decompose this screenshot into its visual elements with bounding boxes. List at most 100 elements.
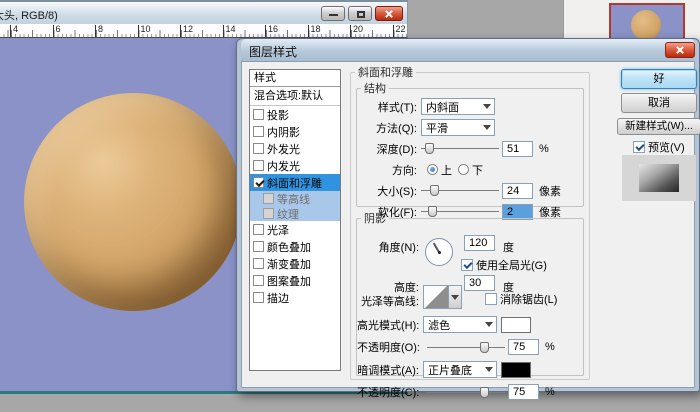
dialog-title: 图层样式 [249,43,297,60]
highlight-opacity-row: 不透明度(O): 75 % [357,339,555,355]
styles-list-item[interactable]: 投影 [250,106,340,123]
styles-list-item[interactable]: 内发光 [250,157,340,174]
gloss-contour-arrow-button[interactable] [449,285,462,309]
style-effect-label: 外发光 [267,141,300,157]
style-effect-checkbox[interactable] [253,258,264,269]
depth-input[interactable]: 51 [502,141,533,157]
style-effect-label: 图案叠加 [267,273,311,289]
shadow-opacity-knob[interactable] [480,387,489,398]
styles-list-item[interactable]: 描边 [250,289,340,306]
restore-button[interactable] [348,6,372,21]
depth-label: 深度(D): [357,141,417,157]
highlight-mode-label: 高光模式(H): [357,317,419,333]
chevron-down-icon [483,125,491,130]
depth-slider-knob[interactable] [425,143,434,154]
dialog-titlebar[interactable]: 图层样式 [241,39,695,61]
size-input[interactable]: 24 [502,183,533,199]
size-unit: 像素 [539,183,561,199]
new-style-button[interactable]: 新建样式(W)... [617,118,700,135]
style-effect-checkbox[interactable] [253,160,264,171]
styles-list-item[interactable]: 斜面和浮雕 [250,174,340,191]
styles-list-item[interactable]: 内阴影 [250,123,340,140]
technique-value: 平滑 [422,120,483,136]
global-light-checkbox[interactable] [461,259,473,271]
highlight-opacity-label: 不透明度(O): [357,339,419,355]
shading-legend: 阴影 [361,210,389,226]
style-preview-box [622,155,696,201]
highlight-mode-dropdown[interactable]: 滤色 [423,316,497,333]
style-dropdown[interactable]: 内斜面 [421,98,495,115]
ruler-number: 4 [11,24,18,34]
styles-list-header[interactable]: 样式 [250,70,340,87]
styles-item-blending-options[interactable]: 混合选项:默认 [250,87,340,106]
gloss-contour-thumbnail[interactable] [423,285,449,309]
size-slider[interactable] [421,185,499,196]
highlight-opacity-input[interactable]: 75 [508,339,539,355]
direction-up-radio[interactable] [427,164,438,175]
global-light-label: 使用全局光(G) [476,257,547,273]
navigator-thumbnail[interactable] [609,3,685,41]
style-effect-checkbox[interactable] [253,109,264,120]
style-effect-label: 等高线 [277,191,310,207]
technique-dropdown[interactable]: 平滑 [421,119,495,136]
style-effect-checkbox[interactable] [253,126,264,137]
preview-checkbox[interactable] [633,141,645,153]
size-slider-knob[interactable] [430,185,439,196]
angle-dial-center [438,251,441,254]
style-effect-checkbox[interactable] [253,143,264,154]
depth-slider[interactable] [421,143,499,154]
style-effect-label: 投影 [267,107,289,123]
shadow-opacity-slider[interactable] [427,387,505,398]
styles-list-item[interactable]: 颜色叠加 [250,238,340,255]
shadow-mode-value: 正片叠底 [424,362,485,378]
styles-list-item[interactable]: 图案叠加 [250,272,340,289]
angle-dial[interactable] [425,238,453,266]
shadow-opacity-unit: % [545,386,555,398]
style-preview-thumbnail [639,164,679,192]
style-effect-checkbox[interactable] [253,241,264,252]
global-light-row: 使用全局光(G) [461,257,547,273]
style-row: 样式(T): 内斜面 [357,98,583,115]
style-effect-checkbox[interactable] [253,275,264,286]
shadow-opacity-input[interactable]: 75 [508,384,539,400]
dialog-close-button[interactable] [665,42,695,58]
chevron-down-icon [485,322,493,327]
style-effect-checkbox[interactable] [263,208,274,219]
chevron-down-icon [451,295,459,300]
preview-row: 预览(V) [633,139,685,155]
styles-list-item[interactable]: 渐变叠加 [250,255,340,272]
altitude-input[interactable]: 30 [464,275,495,291]
depth-row: 深度(D): 51 % [357,140,583,157]
style-effect-checkbox[interactable] [253,292,264,303]
styles-list-item[interactable]: 等高线 [250,191,340,206]
horizontal-ruler: 46810121416182022 [0,24,408,38]
style-value: 内斜面 [422,99,483,115]
minimize-button[interactable] [321,6,345,21]
highlight-color-swatch[interactable] [501,317,531,333]
angle-input[interactable]: 120 [464,235,495,251]
style-effect-label: 描边 [267,290,289,306]
close-window-button[interactable] [375,6,403,21]
styles-list-item[interactable]: 光泽 [250,221,340,238]
shading-group: 阴影 角度(N): 120 度 使用全局光(G) 高度: 30 度 [356,210,584,376]
highlight-opacity-knob[interactable] [480,342,489,353]
style-effect-checkbox[interactable] [253,224,264,235]
style-effect-checkbox[interactable] [253,177,264,188]
ok-button[interactable]: 好 [621,69,697,89]
size-label: 大小(S): [357,183,417,199]
direction-down-radio[interactable] [458,164,469,175]
style-effect-checkbox[interactable] [263,193,274,204]
cancel-button[interactable]: 取消 [621,93,697,113]
direction-up-label: 上 [441,162,452,178]
shadow-opacity-label: 不透明度(C): [357,384,419,400]
antialias-checkbox[interactable] [485,293,497,305]
ruler-number: 14 [224,24,236,34]
shadow-mode-label: 暗调模式(A): [357,362,419,378]
styles-list-item[interactable]: 纹理 [250,206,340,221]
shadow-color-swatch[interactable] [501,362,531,378]
shadow-mode-dropdown[interactable]: 正片叠底 [423,361,497,378]
styles-list-item[interactable]: 外发光 [250,140,340,157]
highlight-opacity-slider[interactable] [427,342,505,353]
style-effect-label: 渐变叠加 [267,256,311,272]
angle-unit: 度 [503,239,514,255]
